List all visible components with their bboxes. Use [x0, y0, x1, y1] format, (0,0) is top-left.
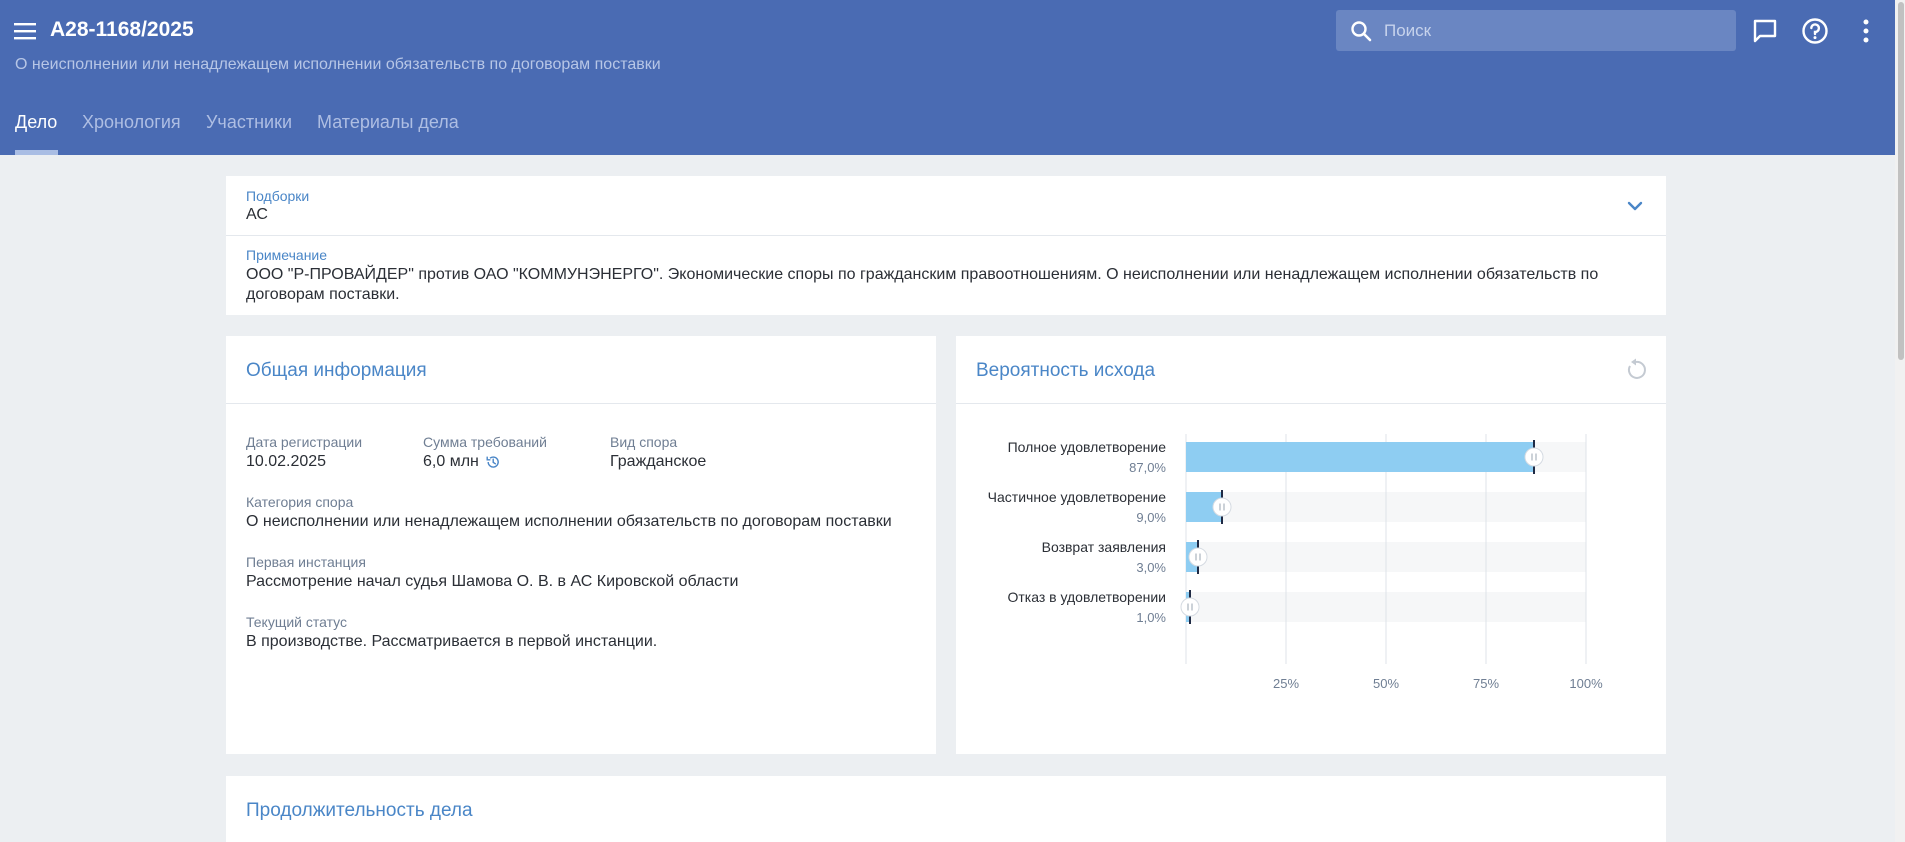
note-text: ООО "Р-ПРОВАЙДЕР" против ОАО "КОММУНЭНЕР…	[246, 266, 1599, 303]
tab-case-materials[interactable]: Материалы дела	[317, 112, 459, 133]
history-icon[interactable]	[485, 454, 501, 470]
divider	[226, 403, 936, 404]
outcome-probability-card: Вероятность исхода 25% 50% 75% 100% Полное у…	[956, 336, 1666, 754]
current-status-label: Текущий статус	[246, 614, 348, 630]
reset-icon[interactable]	[1624, 358, 1648, 382]
first-instance-value: Рассмотрение начал судья Шамова О. В. в …	[246, 573, 739, 590]
tab-case[interactable]: Дело	[15, 112, 57, 133]
registration-date-field: Дата регистрации 10.02.2025	[246, 434, 362, 471]
dispute-category-value: О неисполнении или ненадлежащем исполнен…	[246, 513, 892, 530]
slider-handle	[1188, 547, 1208, 567]
claim-amount-field: Сумма требований 6,0 млн	[423, 434, 547, 471]
slider-handle	[1180, 597, 1200, 617]
x-tick-label: 25%	[1273, 676, 1299, 691]
collections-note-card: Подборки АС Примечание ООО "Р-ПРОВАЙДЕР"…	[226, 176, 1666, 315]
search-icon	[1351, 21, 1372, 42]
data-label: 3,0%	[1136, 560, 1166, 575]
tab-participants[interactable]: Участники	[206, 112, 292, 133]
first-instance-label: Первая инстанция	[246, 554, 366, 570]
registration-date-label: Дата регистрации	[246, 434, 363, 450]
current-status-value: В производстве. Рассматривается в первой…	[246, 633, 658, 650]
category-label: Отказ в удовлетворении	[1007, 589, 1166, 605]
claim-amount-row: 6,0 млн	[423, 453, 547, 471]
bar	[1186, 442, 1534, 472]
chevron-down-icon[interactable]	[1626, 197, 1644, 215]
collections-value: АС	[246, 206, 268, 223]
chat-icon[interactable]	[1750, 16, 1780, 46]
general-info-title: Общая информация	[246, 360, 427, 381]
case-subtitle: О неисполнении или ненадлежащем исполнен…	[15, 56, 661, 73]
search-box[interactable]	[1336, 10, 1736, 51]
x-tick-label: 50%	[1373, 676, 1399, 691]
active-tab-indicator	[15, 150, 58, 155]
category-label: Возврат заявления	[1042, 539, 1166, 555]
case-number: А28-1168/2025	[50, 18, 194, 41]
menu-icon[interactable]	[14, 20, 36, 42]
x-tick-label: 100%	[1569, 676, 1603, 691]
outcome-probability-chart: 25% 50% 75% 100% Полное удовлетворение 87,0% Ч…	[988, 434, 1603, 691]
search-input[interactable]	[1384, 10, 1724, 51]
case-duration-card: Продолжительность дела	[226, 776, 1666, 842]
app-header: А28-1168/2025 О неисполнении или ненадле…	[0, 0, 1895, 155]
dispute-type-label: Вид спора	[610, 434, 678, 450]
claim-amount-value: 6,0 млн	[423, 453, 479, 470]
data-label: 9,0%	[1136, 510, 1166, 525]
claim-amount-label: Сумма требований	[423, 434, 547, 450]
outcome-probability-title: Вероятность исхода	[976, 360, 1156, 381]
scrollbar-thumb[interactable]	[1898, 2, 1904, 360]
note-label: Примечание	[246, 247, 328, 263]
data-label: 87,0%	[1129, 460, 1166, 475]
tab-chronology[interactable]: Хронология	[82, 112, 181, 133]
dispute-type-value: Гражданское	[610, 453, 707, 470]
category-label: Частичное удовлетворение	[988, 489, 1167, 505]
data-label: 1,0%	[1136, 610, 1166, 625]
collections-label: Подборки	[246, 188, 310, 204]
dispute-category-field: Категория спора О неисполнении или ненад…	[246, 494, 892, 531]
general-info-card: Общая информация Дата регистрации 10.02.…	[226, 336, 936, 754]
help-icon[interactable]	[1800, 16, 1830, 46]
slider-handle	[1212, 497, 1232, 517]
case-duration-title: Продолжительность дела	[246, 800, 473, 821]
dispute-category-label: Категория спора	[246, 494, 354, 510]
divider	[226, 235, 1666, 236]
more-vertical-icon[interactable]	[1852, 16, 1882, 46]
dispute-type-field: Вид спора Гражданское	[610, 434, 706, 471]
collections-field[interactable]: Подборки АС	[226, 176, 1666, 235]
first-instance-field: Первая инстанция Рассмотрение начал судь…	[246, 554, 738, 591]
registration-date-value: 10.02.2025	[246, 453, 327, 470]
x-tick-label: 75%	[1473, 676, 1499, 691]
current-status-field: Текущий статус В производстве. Рассматри…	[246, 614, 657, 651]
slider-handle	[1524, 447, 1544, 467]
category-label: Полное удовлетворение	[1008, 439, 1167, 455]
